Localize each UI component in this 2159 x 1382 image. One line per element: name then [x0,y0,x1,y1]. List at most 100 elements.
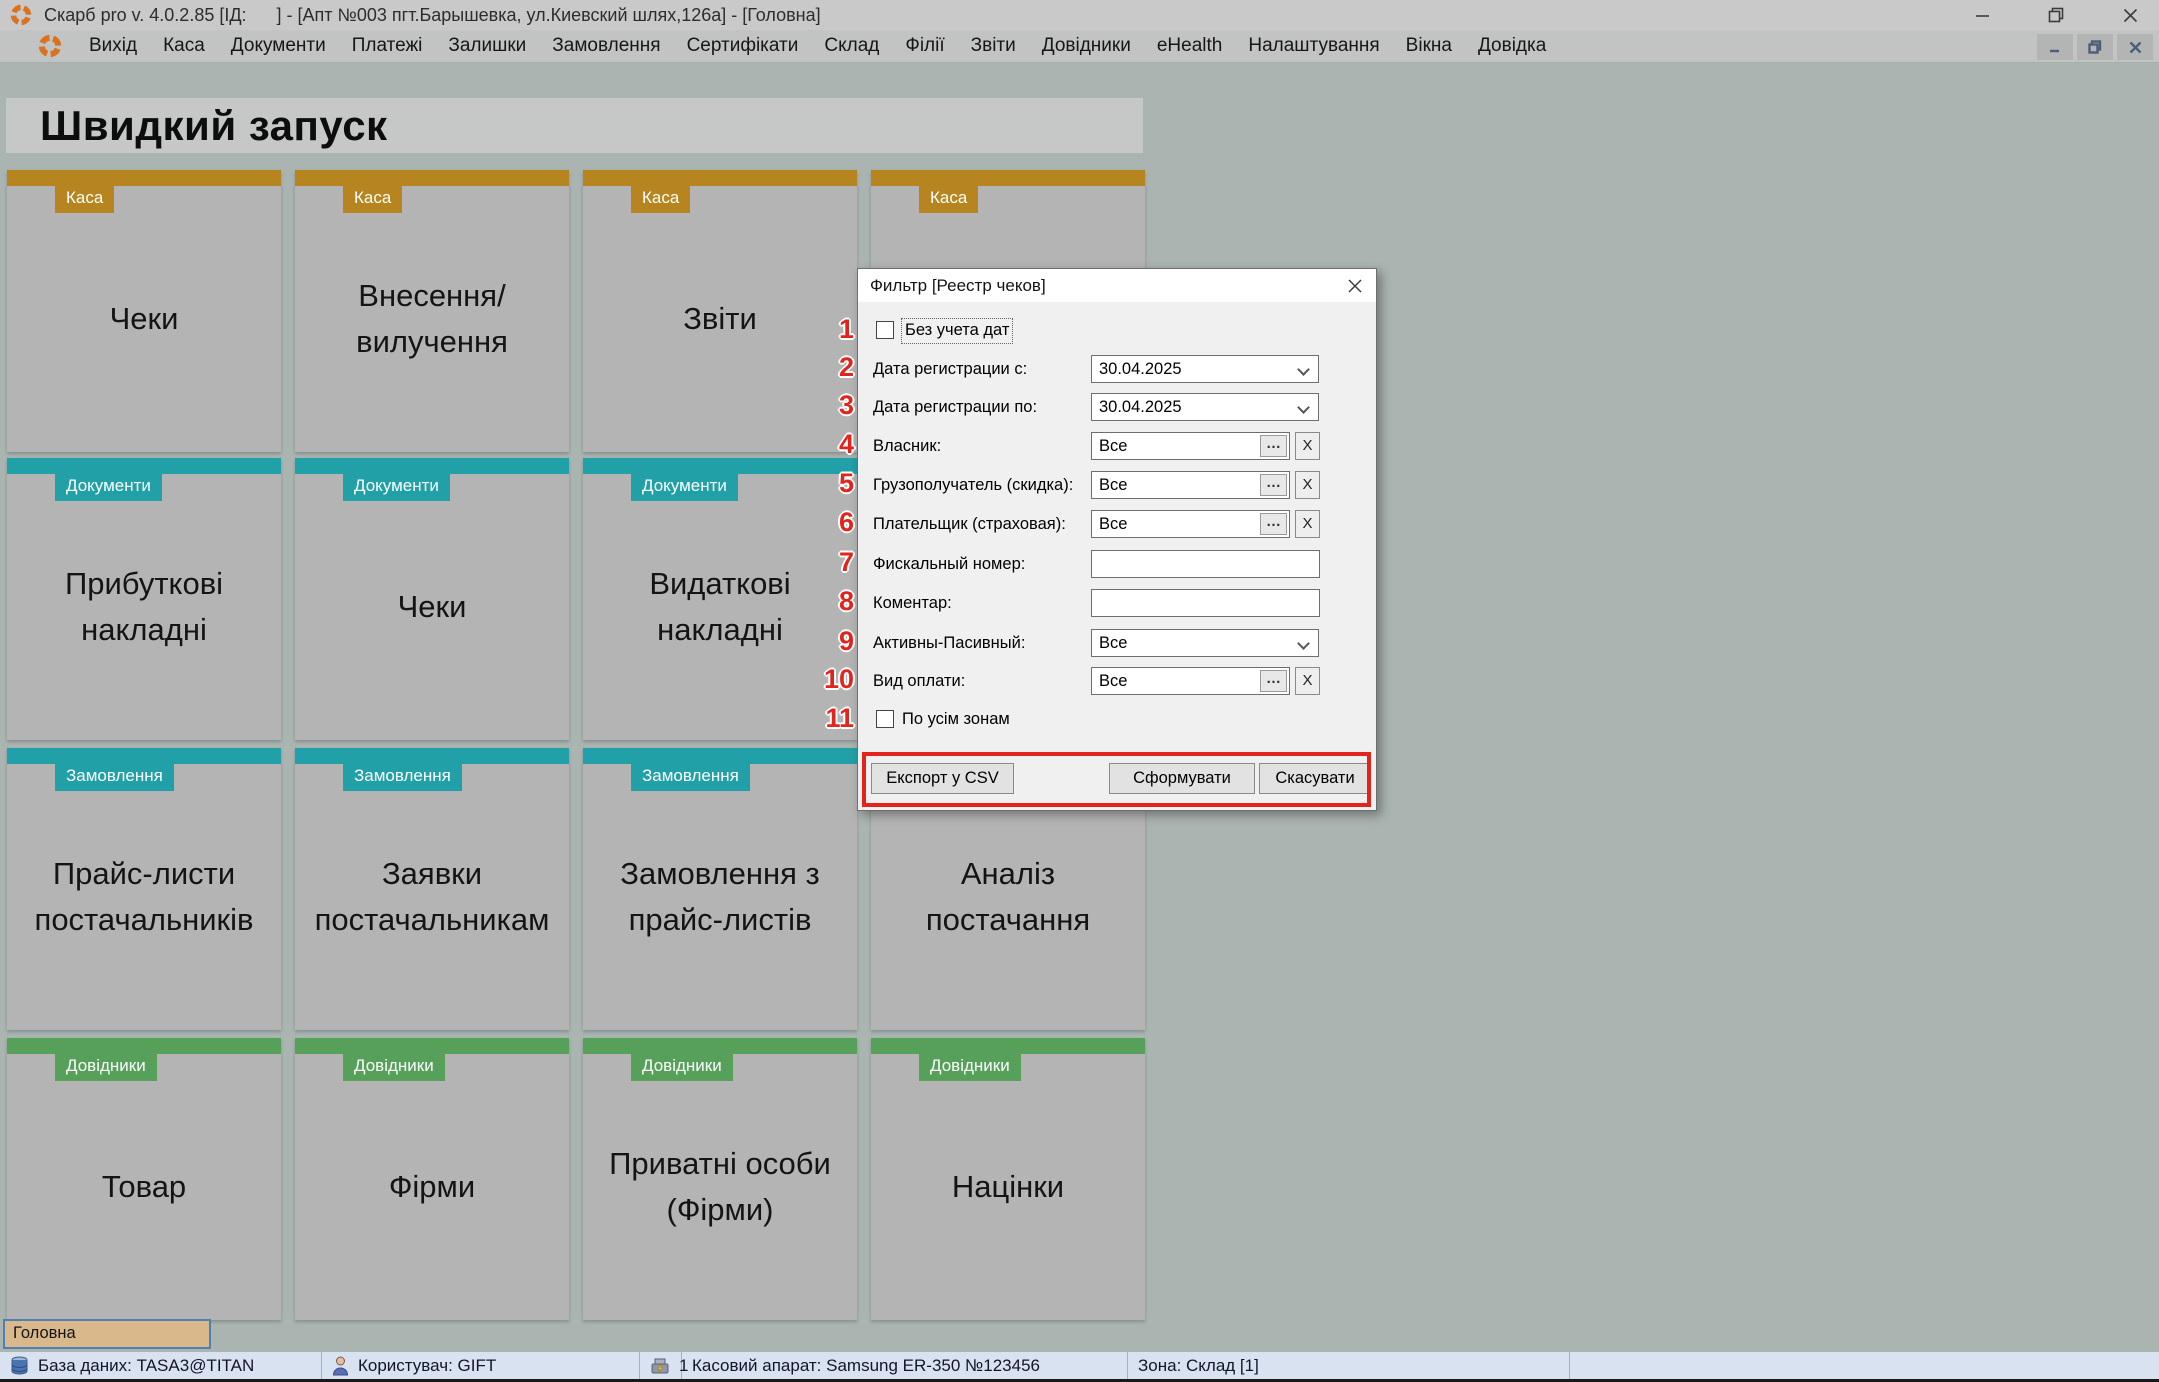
annotation-number-10: 10 [814,664,854,695]
annotation-number-9: 9 [814,626,854,657]
menu-item-15[interactable]: Довідка [1465,31,1559,61]
tile-замовлення-2[interactable]: ЗамовленняЗаявки постачальникам [295,748,569,1030]
menu-item-6[interactable]: Замовлення [539,31,673,61]
lookup-value: Все [1099,476,1127,494]
combo-field-9[interactable]: Все [1091,629,1319,657]
tile-category-bar [295,170,569,186]
menu-item-2[interactable]: Каса [150,31,218,61]
mdi-child-logo-icon [38,34,62,58]
lookup-value: Все [1099,437,1127,455]
menu-item-12[interactable]: eHealth [1144,31,1236,61]
cancel-button[interactable]: Скасувати [1259,763,1371,794]
minimize-button[interactable] [1971,4,1993,26]
field-label: Плательщик (страховая): [873,510,1066,538]
text-input-7[interactable] [1091,550,1320,578]
tile-довідники-1[interactable]: ДовідникиТовар [7,1038,281,1320]
tile-category-bar [583,1038,857,1054]
menu-item-5[interactable]: Залишки [435,31,539,61]
field-label: Грузополучатель (скидка): [873,471,1073,499]
tile-довідники-3[interactable]: ДовідникиПриватні особи (Фірми) [583,1038,857,1320]
database-icon [10,1356,29,1376]
chevron-down-icon[interactable] [1297,363,1310,376]
user-icon [332,1356,349,1376]
lookup-browse-button[interactable]: … [1260,474,1287,496]
tile-довідники-4[interactable]: ДовідникиНацінки [871,1038,1145,1320]
tile-каса-2[interactable]: КасаВнесення/вилучення [295,170,569,452]
annotation-number-7: 7 [814,547,854,578]
tile-category-bar [295,748,569,764]
menu-item-10[interactable]: Звіти [958,31,1029,61]
checkbox-label[interactable]: Без учета дат [902,319,1012,343]
quick-launch-header: Швидкий запуск [6,98,1143,153]
tile-category-bar [7,170,281,186]
menu-item-3[interactable]: Документи [218,31,339,61]
menu-item-4[interactable]: Платежі [339,31,436,61]
lookup-field-10[interactable]: Все… [1091,667,1290,695]
tile-category-bar [7,748,281,764]
mdi-minimize-button[interactable] [2037,34,2073,60]
field-label: Активны-Пасивный: [873,629,1025,657]
combo-value: 30.04.2025 [1099,360,1182,378]
menu-item-13[interactable]: Налаштування [1235,31,1392,61]
menu-item-7[interactable]: Сертифікати [674,31,812,61]
cash-register-icon [650,1357,670,1375]
field-label: Вид оплати: [873,667,965,695]
tab-main[interactable]: Головна [3,1319,211,1349]
close-button[interactable] [2119,4,2141,26]
lookup-clear-button[interactable]: X [1295,667,1320,695]
tile-category-bar [295,458,569,474]
lookup-field-6[interactable]: Все … [1091,510,1290,538]
menu-item-8[interactable]: Склад [811,31,892,61]
chevron-down-icon[interactable] [1297,637,1310,650]
lookup-clear-button[interactable]: X [1295,510,1320,538]
field-label: Дата регистрации по: [873,393,1037,421]
lookup-clear-button[interactable]: X [1295,471,1320,499]
lookup-browse-button[interactable]: … [1260,435,1287,457]
status-text: Зона: Склад [1] [1138,1356,1259,1376]
menu-item-9[interactable]: Філії [892,31,957,61]
lookup-value: Все [1099,515,1127,533]
status-section-5: Зона: Склад [1] [1128,1352,1570,1379]
tile-label: Чеки [7,186,281,452]
tile-замовлення-3[interactable]: ЗамовленняЗамовлення з прайс-листів [583,748,857,1030]
lookup-field-5[interactable]: Все … [1091,471,1290,499]
status-text: Користувач: GIFT [358,1356,496,1376]
dialog-close-icon[interactable] [1344,275,1366,297]
annotation-number-6: 6 [814,507,854,538]
mdi-restore-button[interactable] [2077,34,2113,60]
title-bar: Скарб pro v. 4.0.2.85 [ІД: ] - [Апт №003… [0,0,2159,30]
checkbox-label[interactable]: По усім зонам [902,708,1010,732]
tile-документи-2[interactable]: ДокументиЧеки [295,458,569,740]
menu-item-11[interactable]: Довідники [1029,31,1144,61]
checkbox-1[interactable] [876,321,894,339]
tile-category-bar [295,1038,569,1054]
tile-label: Приватні особи (Фірми) [583,1054,857,1320]
chevron-down-icon[interactable] [1297,401,1310,414]
tile-довідники-2[interactable]: ДовідникиФірми [295,1038,569,1320]
menu-item-14[interactable]: Вікна [1393,31,1465,61]
status-section-4: Касовий апарат: Samsung ER-350 №123456 [682,1352,1128,1379]
tile-category-bar [7,458,281,474]
tile-category-bar [583,748,857,764]
menu-item-1[interactable]: Вихід [76,31,150,61]
lookup-clear-button[interactable]: X [1295,432,1320,460]
lookup-browse-button[interactable]: … [1260,670,1287,692]
text-input-8[interactable] [1091,589,1320,617]
form-report-button[interactable]: Сформувати [1109,763,1255,794]
mdi-close-button[interactable] [2117,34,2153,60]
tile-документи-1[interactable]: ДокументиПрибуткові накладні [7,458,281,740]
tile-каса-1[interactable]: КасаЧеки [7,170,281,452]
lookup-field-4[interactable]: Все … [1091,432,1290,460]
checkbox-11[interactable] [876,710,894,728]
combo-field-2[interactable]: 30.04.2025 [1091,355,1319,383]
tile-замовлення-1[interactable]: ЗамовленняПрайс-листи постачальників [7,748,281,1030]
annotation-number-11: 11 [814,703,854,734]
combo-field-3[interactable]: 30.04.2025 [1091,393,1319,421]
export-csv-button[interactable]: Експорт у CSV [871,763,1014,794]
annotation-number-2: 2 [814,352,854,383]
annotation-number-4: 4 [814,429,854,460]
field-label: Дата регистрации с: [873,355,1027,383]
restore-button[interactable] [2045,4,2067,26]
lookup-browse-button[interactable]: … [1260,513,1287,535]
dialog-title-bar[interactable]: Фильтр [Реестр чеков] [858,269,1376,302]
